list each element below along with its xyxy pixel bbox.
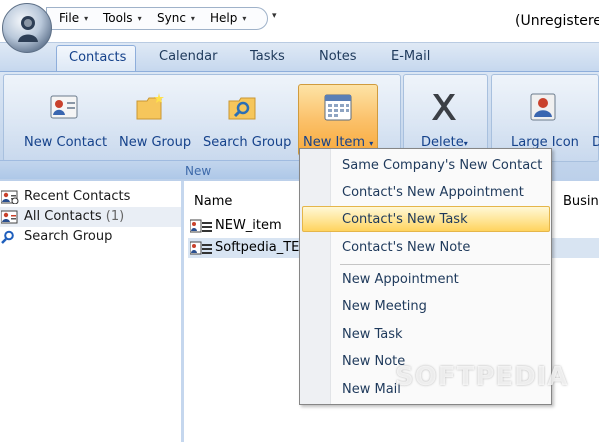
chevron-down-icon: ▾ — [137, 14, 142, 23]
app-logo-icon — [18, 16, 38, 42]
watermark-text: SOFTPEDIA — [395, 362, 569, 392]
all-contacts-icon — [1, 210, 18, 224]
quick-access-dropdown-icon[interactable]: ▾ — [272, 11, 277, 21]
all-contacts-count: (1) — [105, 209, 125, 224]
navigation-pane: Recent Contacts All Contacts (1) Search … — [0, 181, 184, 442]
menu-item-new-task[interactable]: New Task — [301, 322, 551, 348]
nav-search-group[interactable]: Search Group — [0, 227, 181, 247]
search-icon — [1, 230, 14, 244]
menu-item-same-company-new-contact[interactable]: Same Company's New Contact — [301, 153, 551, 179]
menu-separator — [340, 264, 550, 265]
menu-tools[interactable]: Tools ▾ — [103, 11, 142, 25]
contact-card-icon — [50, 95, 78, 119]
contact-name: NEW_item — [215, 218, 282, 233]
nav-all-contacts[interactable]: All Contacts (1) — [0, 207, 181, 227]
menu-item-contact-new-appointment[interactable]: Contact's New Appointment — [301, 180, 551, 206]
menu-item-contact-new-note[interactable]: Contact's New Note — [301, 235, 551, 261]
window-title: (Unregistere — [515, 13, 599, 29]
group-label-bar — [0, 160, 300, 179]
ribbon-tab-bar: Contacts Calendar Tasks Notes E-Mail — [0, 42, 599, 74]
contact-row-icon — [190, 219, 212, 233]
contact-large-icon — [530, 93, 556, 121]
contact-name: Softpedia_TE — [215, 240, 300, 255]
new-group-label: New Group — [119, 135, 192, 150]
nav-recent-label: Recent Contacts — [24, 189, 131, 204]
ribbon-group-label: New — [185, 164, 212, 178]
menu-file[interactable]: File ▾ — [59, 11, 88, 25]
nav-search-label: Search Group — [24, 229, 113, 244]
search-group-button[interactable]: Search Group — [201, 91, 291, 161]
nav-recent-contacts[interactable]: Recent Contacts — [0, 187, 181, 207]
menu-sync[interactable]: Sync ▾ — [157, 11, 195, 25]
menu-item-contact-new-task[interactable]: Contact's New Task — [301, 207, 551, 233]
title-bar: File ▾ Tools ▾ Sync ▾ Help ▾ ▾ (Unregistere — [0, 0, 599, 53]
column-header-name[interactable]: Name — [194, 194, 232, 209]
new-contact-button[interactable]: New Contact — [22, 91, 108, 161]
menu-item-new-appointment[interactable]: New Appointment — [301, 267, 551, 293]
app-menu-button[interactable] — [2, 3, 52, 53]
menu-bar: File ▾ Tools ▾ Sync ▾ Help ▾ — [46, 7, 268, 30]
calendar-new-item-icon — [324, 94, 352, 121]
nav-all-label: All Contacts (1) — [24, 209, 125, 224]
recent-contacts-icon — [1, 190, 19, 204]
menu-item-new-meeting[interactable]: New Meeting — [301, 294, 551, 320]
tab-notes[interactable]: Notes — [319, 49, 357, 64]
new-contact-label: New Contact — [24, 135, 108, 150]
search-group-label: Search Group — [203, 135, 292, 150]
chevron-down-icon: ▾ — [84, 14, 89, 23]
chevron-down-icon: ▾ — [242, 14, 247, 23]
new-group-button[interactable]: New Group — [117, 91, 192, 161]
delete-x-icon — [432, 94, 456, 120]
tab-tasks[interactable]: Tasks — [250, 49, 285, 64]
search-folder-icon — [228, 97, 256, 120]
tab-contacts[interactable]: Contacts — [56, 45, 136, 74]
next-view-button-truncated[interactable]: D — [592, 135, 599, 150]
tab-email[interactable]: E-Mail — [391, 49, 430, 64]
menu-help[interactable]: Help ▾ — [210, 11, 246, 25]
column-header-business[interactable]: Busine — [563, 194, 599, 209]
new-folder-icon — [136, 93, 164, 120]
chevron-down-icon: ▾ — [190, 14, 195, 23]
contact-row-icon — [190, 241, 212, 255]
tab-calendar[interactable]: Calendar — [159, 49, 217, 64]
